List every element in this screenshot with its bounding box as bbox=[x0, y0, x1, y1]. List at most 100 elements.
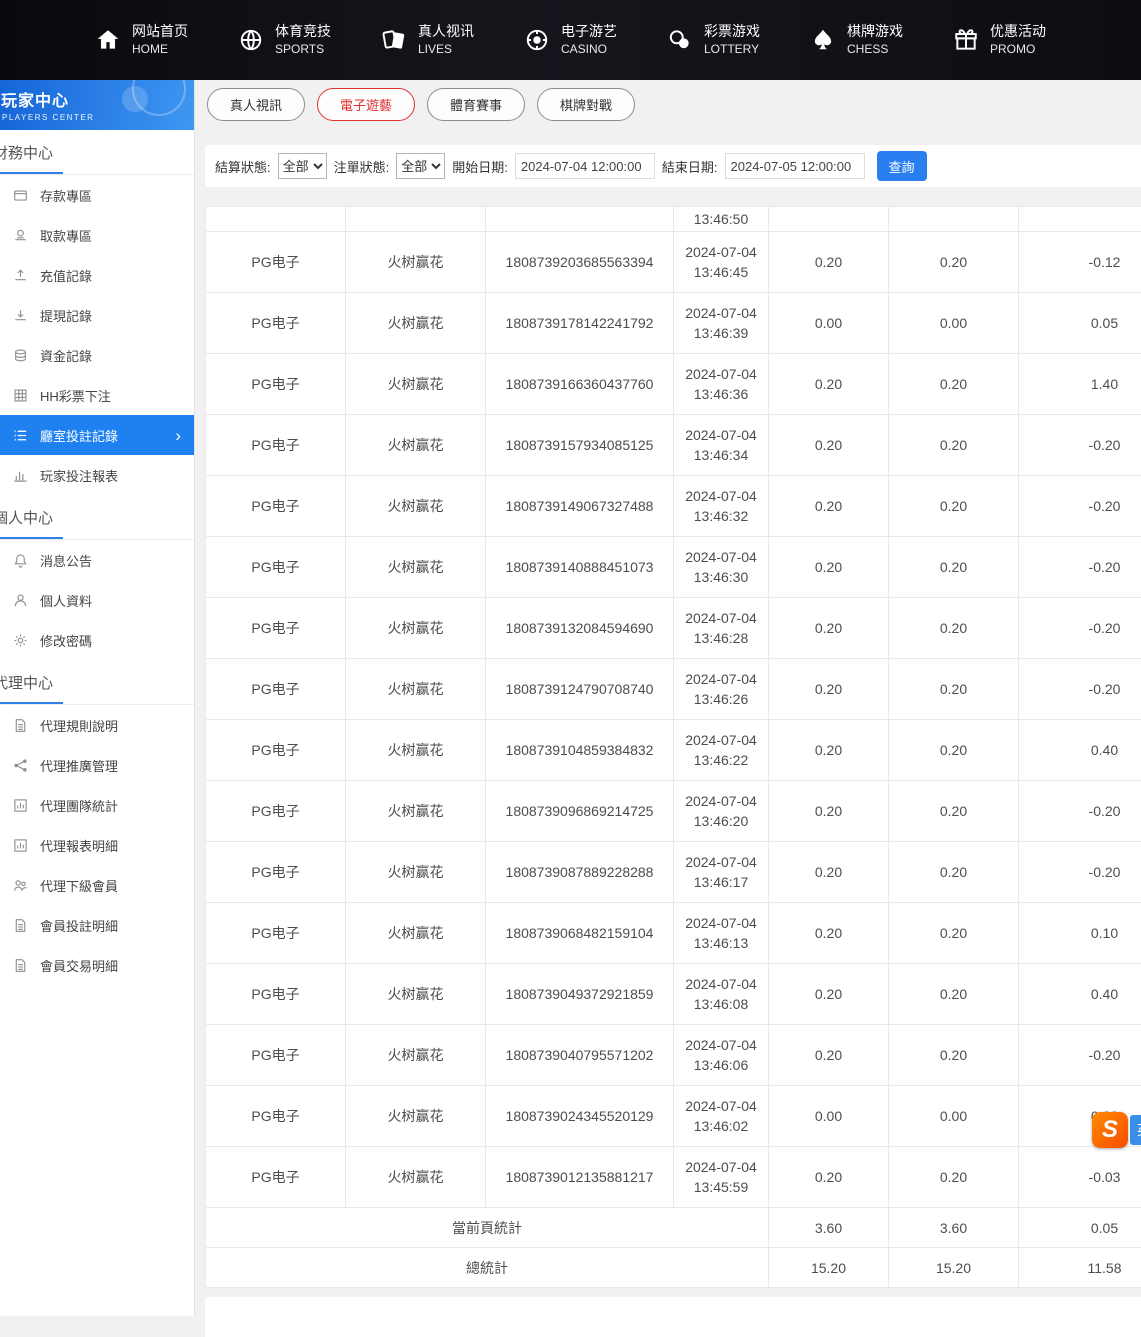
report-icon bbox=[13, 468, 28, 483]
chevron-right-icon: › bbox=[175, 427, 181, 444]
cell-date: 2024-07-0413:46:20 bbox=[674, 781, 769, 842]
cell-bet: 0.20 bbox=[769, 1147, 889, 1208]
start-date-input[interactable] bbox=[515, 153, 655, 179]
sidebar-item[interactable]: 代理規則說明 bbox=[0, 705, 194, 745]
cell-game: 火树赢花 bbox=[346, 964, 486, 1025]
sidebar-item[interactable]: 代理下級會員 bbox=[0, 865, 194, 905]
cell-platform: PG电子 bbox=[206, 1147, 346, 1208]
game-tab[interactable]: 棋牌對戰 bbox=[537, 88, 635, 121]
bell-icon bbox=[13, 553, 28, 568]
cell-order: 1808739166360437760 bbox=[486, 354, 674, 415]
sidebar-item[interactable]: 資金記錄 bbox=[0, 335, 194, 375]
cell-winloss: -0.03 bbox=[1019, 1147, 1141, 1208]
cell-winloss: 0.40 bbox=[1019, 964, 1141, 1025]
sidebar-item[interactable]: 存款專區 bbox=[0, 175, 194, 215]
table-row: PG电子火树赢花18087390684821591042024-07-0413:… bbox=[206, 903, 1141, 964]
nav-label-en: CASINO bbox=[561, 41, 617, 58]
settle-status-select[interactable]: 全部 bbox=[278, 153, 327, 179]
cell-game: 火树赢花 bbox=[346, 598, 486, 659]
cell-bet: 0.20 bbox=[769, 415, 889, 476]
cell-winloss: 0.40 bbox=[1019, 720, 1141, 781]
sidebar-item[interactable]: 消息公告 bbox=[0, 540, 194, 580]
cell-order: 1808739024345520129 bbox=[486, 1086, 674, 1147]
game-tab[interactable]: 電子遊藝 bbox=[317, 88, 415, 121]
total-bet: 3.60 bbox=[769, 1208, 889, 1248]
nav-item-sports[interactable]: 体育竞技SPORTS bbox=[238, 22, 331, 58]
cell-valid: 0.20 bbox=[889, 720, 1019, 781]
stats-icon bbox=[13, 798, 28, 813]
sidebar-item[interactable]: 修改密碼 bbox=[0, 620, 194, 660]
cell-order: 1808739124790708740 bbox=[486, 659, 674, 720]
cell-platform: PG电子 bbox=[206, 293, 346, 354]
cell-winloss: 1.40 bbox=[1019, 354, 1141, 415]
nav-item-lives[interactable]: 真人视讯LIVES bbox=[381, 22, 474, 58]
total-winloss: 11.58 bbox=[1019, 1248, 1141, 1288]
nav-item-promo[interactable]: 优惠活动PROMO bbox=[953, 22, 1046, 58]
table-row: PG电子火树赢花18087390243455201292024-07-0413:… bbox=[206, 1086, 1141, 1147]
cell-bet: 0.20 bbox=[769, 842, 889, 903]
sidebar-item[interactable]: 提現記錄 bbox=[0, 295, 194, 335]
cell-bet: 0.20 bbox=[769, 232, 889, 293]
sidebar-item[interactable]: 玩家投注報表 bbox=[0, 455, 194, 495]
ime-language-toggle[interactable]: 英 bbox=[1130, 1115, 1141, 1145]
order-status-label: 注單狀態: bbox=[334, 157, 390, 176]
cell-platform: PG电子 bbox=[206, 659, 346, 720]
sidebar-item[interactable]: 代理報表明細 bbox=[0, 825, 194, 865]
order-status-select[interactable]: 全部 bbox=[396, 153, 445, 179]
game-tab[interactable]: 真人視訊 bbox=[207, 88, 305, 121]
sidebar-item[interactable]: HH彩票下注 bbox=[0, 375, 194, 415]
cell-game: 火树赢花 bbox=[346, 1025, 486, 1086]
sidebar-item-label: 資金記錄 bbox=[40, 346, 92, 365]
sidebar-item[interactable]: 廳室投註記錄› bbox=[0, 415, 194, 455]
sidebar-item[interactable]: 代理團隊統計 bbox=[0, 785, 194, 825]
sogou-ime-icon[interactable]: S bbox=[1092, 1112, 1128, 1148]
game-tab[interactable]: 體育賽事 bbox=[427, 88, 525, 121]
nav-label-zh: 电子游艺 bbox=[561, 22, 617, 42]
cell-order: 1808739104859384832 bbox=[486, 720, 674, 781]
sidebar-item[interactable]: 取款專區 bbox=[0, 215, 194, 255]
cell-game: 火树赢花 bbox=[346, 903, 486, 964]
cell-bet: 0.00 bbox=[769, 1086, 889, 1147]
start-date-label: 開始日期: bbox=[452, 157, 508, 176]
end-date-input[interactable] bbox=[725, 153, 865, 179]
table-row-partial: 13:46:50 bbox=[206, 207, 1141, 232]
settle-status-label: 結算狀態: bbox=[215, 157, 271, 176]
cell-game: 火树赢花 bbox=[346, 1147, 486, 1208]
cell-bet: 0.20 bbox=[769, 1025, 889, 1086]
sidebar-section-title: 財務中心 bbox=[0, 142, 63, 174]
table-row: PG电子火树赢花18087391048593848322024-07-0413:… bbox=[206, 720, 1141, 781]
nav-item-lottery[interactable]: 彩票游戏LOTTERY bbox=[667, 22, 760, 58]
recharge-icon bbox=[13, 268, 28, 283]
sidebar-section: 個人中心消息公告個人資料修改密碼 bbox=[0, 495, 194, 660]
sidebar-item[interactable]: 會員交易明細 bbox=[0, 945, 194, 985]
cell-order: 1808739087889228288 bbox=[486, 842, 674, 903]
sidebar-item[interactable]: 個人資料 bbox=[0, 580, 194, 620]
sidebar-item-label: 存款專區 bbox=[40, 186, 92, 205]
cell-winloss: -0.20 bbox=[1019, 781, 1141, 842]
user-icon bbox=[13, 593, 28, 608]
sidebar-item-label: 會員交易明細 bbox=[40, 956, 118, 975]
cell-winloss: -0.20 bbox=[1019, 1025, 1141, 1086]
table-row: PG电子火树赢花18087391247907087402024-07-0413:… bbox=[206, 659, 1141, 720]
cell-order: 1808739096869214725 bbox=[486, 781, 674, 842]
sidebar-item[interactable]: 充值記錄 bbox=[0, 255, 194, 295]
cell-valid: 0.20 bbox=[889, 659, 1019, 720]
nav-label-zh: 彩票游戏 bbox=[704, 22, 760, 42]
sidebar: 玩家中心 PLAYERS CENTER 財務中心存款專區取款專區充值記錄提現記錄… bbox=[0, 80, 195, 1316]
cell-valid: 0.20 bbox=[889, 903, 1019, 964]
cell-date: 2024-07-0413:46:30 bbox=[674, 537, 769, 598]
cell-valid: 0.20 bbox=[889, 1025, 1019, 1086]
nav-item-chess[interactable]: 棋牌游戏CHESS bbox=[810, 22, 903, 58]
nav-item-casino[interactable]: 电子游艺CASINO bbox=[524, 22, 617, 58]
table-row: PG电子火树赢花18087391663604377602024-07-0413:… bbox=[206, 354, 1141, 415]
sidebar-item-label: 取款專區 bbox=[40, 226, 92, 245]
sidebar-section-header: 財務中心 bbox=[0, 130, 194, 175]
nav-item-home[interactable]: 网站首页HOME bbox=[95, 22, 188, 58]
search-button[interactable]: 查詢 bbox=[877, 151, 927, 181]
sidebar-item[interactable]: 代理推廣管理 bbox=[0, 745, 194, 785]
cell-platform: PG电子 bbox=[206, 476, 346, 537]
cell-winloss: -0.20 bbox=[1019, 598, 1141, 659]
sidebar-item[interactable]: 會員投註明細 bbox=[0, 905, 194, 945]
cell-bet: 0.20 bbox=[769, 659, 889, 720]
table-row: PG电子火树赢花18087391781422417922024-07-0413:… bbox=[206, 293, 1141, 354]
